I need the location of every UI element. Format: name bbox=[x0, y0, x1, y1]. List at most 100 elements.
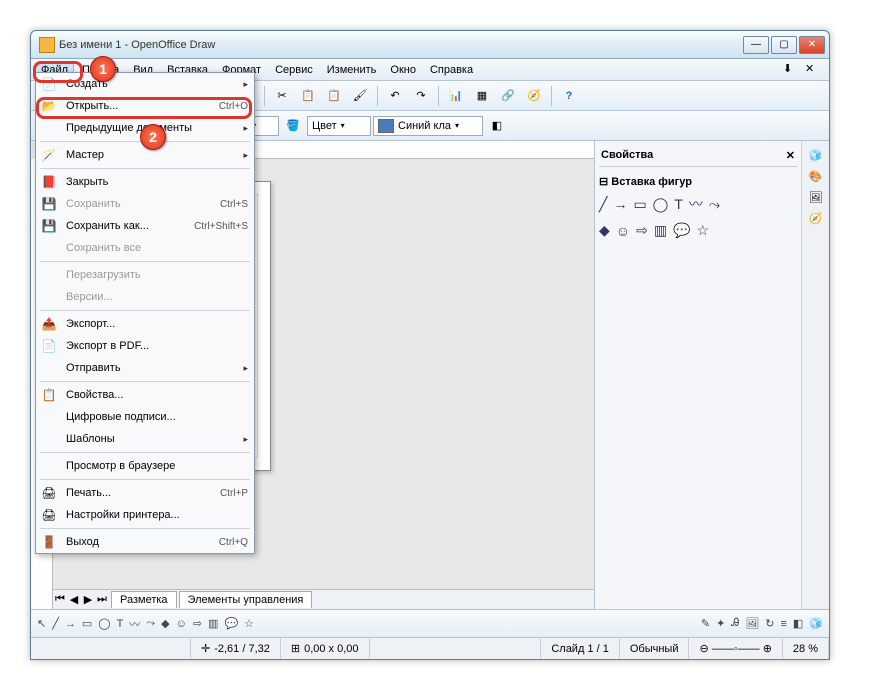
menu-icon: 📤 bbox=[40, 315, 58, 333]
line-icon[interactable]: ╱ bbox=[599, 196, 607, 213]
cut-button[interactable]: ✂ bbox=[270, 84, 294, 108]
menu-item-отправить[interactable]: Отправить▸ bbox=[36, 357, 254, 379]
text-icon[interactable]: T bbox=[674, 196, 683, 212]
menu-item-настройкипринтера[interactable]: 🖨Настройки принтера... bbox=[36, 504, 254, 526]
symbol-tool-icon[interactable]: ☺ bbox=[176, 618, 187, 630]
help-button[interactable]: ? bbox=[557, 84, 581, 108]
menu-icon: 📕 bbox=[40, 173, 58, 191]
hyperlink-button[interactable]: 🔗 bbox=[496, 84, 520, 108]
edit-points-icon[interactable]: ✎ bbox=[701, 617, 710, 630]
arrow-tool-icon[interactable]: → bbox=[65, 618, 76, 630]
copy-button[interactable]: 📋 bbox=[296, 84, 320, 108]
tab-layout[interactable]: Разметка bbox=[111, 591, 177, 608]
align-icon[interactable]: ≡ bbox=[780, 618, 786, 630]
basic-shape-icon[interactable]: ◆ bbox=[599, 222, 610, 239]
menu-item-открыть[interactable]: 📂Открыть...Ctrl+O bbox=[36, 95, 254, 117]
text-tool-icon[interactable]: T bbox=[117, 618, 124, 630]
menu-tools[interactable]: Сервис bbox=[269, 62, 319, 78]
menu-item-цифровыеподписи[interactable]: Цифровые подписи... bbox=[36, 406, 254, 428]
curve-tool-icon[interactable]: 〰 bbox=[129, 616, 140, 632]
star-tool-icon[interactable]: ☆ bbox=[244, 617, 254, 630]
callout-icon[interactable]: 💬 bbox=[673, 222, 690, 239]
format-paint-button[interactable]: 🖌 bbox=[348, 84, 372, 108]
shadow-button[interactable]: ◧ bbox=[485, 114, 509, 138]
flowchart-tool-icon[interactable]: ▥ bbox=[208, 617, 218, 630]
shapes-tool-icon[interactable]: ◆ bbox=[161, 617, 169, 630]
line-color-select[interactable]: Синий кла▾ bbox=[373, 116, 483, 136]
navigator-tab-icon[interactable]: 🖼 bbox=[809, 191, 823, 204]
menu-icon: 🚪 bbox=[40, 533, 58, 551]
badge-2: 2 bbox=[140, 124, 166, 150]
gallery-tab-icon[interactable]: 🎨 bbox=[809, 170, 823, 183]
arrow-icon[interactable]: → bbox=[613, 196, 627, 212]
tab-prev[interactable]: ◀ bbox=[67, 593, 81, 606]
select-tool-icon[interactable]: ↖ bbox=[37, 617, 46, 630]
arrow-shapes-icon[interactable]: ⇨ bbox=[193, 617, 202, 630]
menu-icon: 📄 bbox=[40, 75, 58, 93]
flowchart-icon[interactable]: ▥ bbox=[654, 222, 667, 239]
menu-item-сохранитьвсе: Сохранить все bbox=[36, 237, 254, 259]
menu-item-печать[interactable]: 🖨Печать...Ctrl+P bbox=[36, 482, 254, 504]
badge-1: 1 bbox=[90, 56, 116, 82]
menu-item-экспортвpdf[interactable]: 📄Экспорт в PDF... bbox=[36, 335, 254, 357]
fill-mode-select[interactable]: Цвет▾ bbox=[307, 116, 371, 136]
menu-item-закрыть[interactable]: 📕Закрыть bbox=[36, 171, 254, 193]
star-icon[interactable]: ☆ bbox=[696, 222, 709, 239]
titlebar: Без имени 1 - OpenOffice Draw — ▢ ✕ bbox=[31, 31, 829, 59]
tab-controls[interactable]: Элементы управления bbox=[179, 591, 313, 608]
shape-row-1: ╱ → ▭ ◯ T 〰 ⤳ bbox=[599, 190, 797, 218]
section-shapes-header[interactable]: ⊟ Вставка фигур bbox=[599, 173, 797, 190]
menu-modify[interactable]: Изменить bbox=[321, 62, 383, 78]
close-doc-icon[interactable]: ✕ bbox=[805, 62, 821, 78]
menu-window[interactable]: Окно bbox=[384, 62, 422, 78]
block-arrow-icon[interactable]: ⇨ bbox=[636, 222, 648, 239]
rect-icon[interactable]: ▭ bbox=[633, 196, 646, 213]
paste-button[interactable]: 📋 bbox=[322, 84, 346, 108]
connector-tool-icon[interactable]: ⤳ bbox=[146, 617, 155, 630]
redo-button[interactable]: ↷ bbox=[409, 84, 433, 108]
zoom-value[interactable]: 28 % bbox=[783, 638, 829, 659]
menu-icon bbox=[40, 430, 58, 448]
table-button[interactable]: ▦ bbox=[470, 84, 494, 108]
minimize-button[interactable]: — bbox=[743, 36, 769, 54]
menu-item-просмотрвбраузере[interactable]: Просмотр в браузере bbox=[36, 455, 254, 477]
3d-icon[interactable]: 🧊 bbox=[809, 617, 823, 630]
chart-button[interactable]: 📊 bbox=[444, 84, 468, 108]
undo-button[interactable]: ↶ bbox=[383, 84, 407, 108]
styles-tab-icon[interactable]: 🧭 bbox=[809, 212, 823, 225]
properties-tab-icon[interactable]: 🧊 bbox=[809, 149, 823, 162]
area-button[interactable]: 🪣 bbox=[281, 114, 305, 138]
menu-item-шаблоны[interactable]: Шаблоны▸ bbox=[36, 428, 254, 450]
zoom-slider[interactable]: ⊖ ——◦—— ⊕ bbox=[689, 638, 782, 659]
close-button[interactable]: ✕ bbox=[799, 36, 825, 54]
navigator-button[interactable]: 🧭 bbox=[522, 84, 546, 108]
rect-tool-icon[interactable]: ▭ bbox=[82, 617, 92, 630]
tab-first[interactable]: ⏮ bbox=[53, 593, 67, 606]
ellipse-tool-icon[interactable]: ◯ bbox=[98, 617, 110, 630]
glue-points-icon[interactable]: ✦ bbox=[716, 617, 725, 630]
update-icon[interactable]: ⬇ bbox=[783, 62, 799, 78]
connector-icon[interactable]: ⤳ bbox=[709, 196, 720, 213]
curve-icon[interactable]: 〰 bbox=[689, 194, 703, 214]
menu-item-сохранить: 💾СохранитьCtrl+S bbox=[36, 193, 254, 215]
rotate-icon[interactable]: ↻ bbox=[765, 617, 774, 630]
sidepanel-close-icon[interactable]: ✕ bbox=[786, 149, 795, 162]
drawing-toolbar: ↖ ╱ → ▭ ◯ T 〰 ⤳ ◆ ☺ ⇨ ▥ 💬 ☆ ✎ ✦ Ꭿ 🖼 ↻ ≡ … bbox=[31, 609, 829, 637]
line-tool-icon[interactable]: ╱ bbox=[52, 617, 59, 630]
fontwork-icon[interactable]: Ꭿ bbox=[731, 617, 739, 630]
menu-icon bbox=[40, 288, 58, 306]
menu-item-выход[interactable]: 🚪ВыходCtrl+Q bbox=[36, 531, 254, 553]
maximize-button[interactable]: ▢ bbox=[771, 36, 797, 54]
symbol-icon[interactable]: ☺ bbox=[616, 223, 630, 239]
ellipse-icon[interactable]: ◯ bbox=[653, 196, 669, 213]
from-file-icon[interactable]: 🖼 bbox=[745, 617, 759, 630]
menu-item-экспорт[interactable]: 📤Экспорт... bbox=[36, 313, 254, 335]
tab-last[interactable]: ⏭ bbox=[95, 593, 109, 606]
menu-help[interactable]: Справка bbox=[424, 62, 479, 78]
menu-item-создать[interactable]: 📄Создать▸ bbox=[36, 73, 254, 95]
arrange-icon[interactable]: ◧ bbox=[793, 617, 803, 630]
tab-next[interactable]: ▶ bbox=[81, 593, 95, 606]
menu-item-свойства[interactable]: 📋Свойства... bbox=[36, 384, 254, 406]
menu-item-сохранитькак[interactable]: 💾Сохранить как...Ctrl+Shift+S bbox=[36, 215, 254, 237]
callout-tool-icon[interactable]: 💬 bbox=[224, 617, 238, 630]
